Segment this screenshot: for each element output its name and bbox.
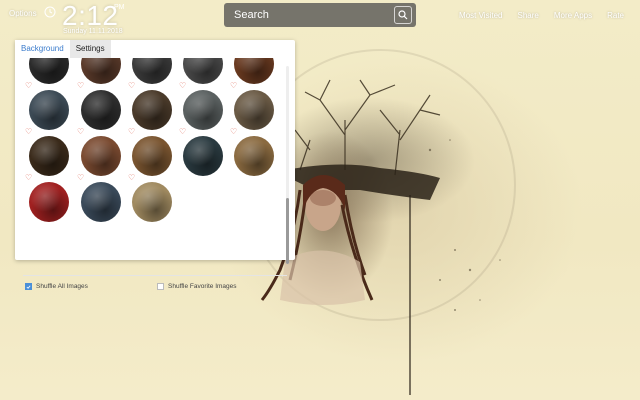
thumbnail-image[interactable] [234, 58, 274, 84]
thumbnail-image[interactable] [29, 90, 69, 130]
thumbnail-item[interactable]: ♡ [128, 128, 172, 178]
thumbnail-image[interactable] [234, 90, 274, 130]
thumbnail-image[interactable] [183, 136, 223, 176]
thumbnail-image[interactable] [132, 58, 172, 84]
scrollbar-thumb[interactable] [286, 198, 289, 264]
search-bar [224, 3, 416, 27]
background-panel: Background Settings ♡ ♡ ♡ ♡ ♡ ♡ ♡ ♡ ♡ ♡ ♡ ♡ ♡ Shuffl… [15, 40, 295, 290]
thumbnail-grid: ♡ ♡ ♡ ♡ ♡ ♡ ♡ ♡ ♡ ♡ ♡ ♡ ♡ [15, 58, 287, 248]
thumbnail-item[interactable]: ♡ [25, 174, 69, 224]
favorite-heart-icon[interactable]: ♡ [128, 82, 136, 90]
thumbnail-item[interactable]: ♡ [230, 82, 274, 132]
favorite-heart-icon[interactable]: ♡ [77, 82, 85, 90]
favorite-heart-icon[interactable]: ♡ [128, 174, 136, 182]
thumbnail-image[interactable] [234, 136, 274, 176]
options-link[interactable]: Options [9, 9, 37, 18]
favorite-heart-icon[interactable]: ♡ [77, 174, 85, 182]
thumbnail-image[interactable] [81, 58, 121, 84]
nav-share[interactable]: Share [517, 11, 538, 20]
search-button[interactable] [394, 6, 412, 24]
panel-tabs: Background Settings [15, 40, 295, 58]
thumbnail-image[interactable] [81, 136, 121, 176]
nav-rate[interactable]: Rate [607, 11, 624, 20]
favorite-heart-icon[interactable]: ♡ [25, 82, 33, 90]
panel-scrollbar[interactable] [286, 66, 289, 264]
thumbnail-item[interactable]: ♡ [25, 82, 69, 132]
tab-settings[interactable]: Settings [69, 40, 111, 58]
thumbnail-image[interactable] [183, 90, 223, 130]
thumbnail-item[interactable]: ♡ [179, 82, 223, 132]
thumbnail-image[interactable] [29, 58, 69, 84]
favorite-heart-icon[interactable]: ♡ [230, 82, 238, 90]
favorite-heart-icon[interactable]: ♡ [179, 82, 187, 90]
shuffle-favorite-option[interactable]: Shuffle Favorite Images [157, 283, 237, 290]
nav-most-visited[interactable]: Most Visited [459, 11, 502, 20]
check-icon [26, 284, 31, 289]
thumbnail-image[interactable] [81, 90, 121, 130]
thumbnail-item[interactable]: ♡ [25, 128, 69, 178]
favorite-heart-icon[interactable]: ♡ [25, 174, 33, 182]
shuffle-all-checkbox[interactable] [25, 283, 32, 290]
shuffle-favorite-checkbox[interactable] [157, 283, 164, 290]
thumbnail-image[interactable] [132, 90, 172, 130]
thumbnail-image[interactable] [29, 182, 69, 222]
shuffle-all-label: Shuffle All Images [36, 283, 88, 290]
clock-date: Sunday 11.11.2018 [63, 28, 123, 35]
tab-background[interactable]: Background [15, 40, 70, 58]
thumbnail-image[interactable] [81, 182, 121, 222]
thumbnail-item[interactable]: ♡ [179, 128, 223, 178]
thumbnail-item[interactable]: ♡ [230, 128, 274, 178]
shuffle-all-option[interactable]: Shuffle All Images [25, 283, 88, 290]
clock-ampm: PM [114, 4, 125, 11]
thumbnail-item[interactable]: ♡ [77, 174, 121, 224]
thumbnail-image[interactable] [183, 58, 223, 84]
thumbnail-item[interactable]: ♡ [77, 128, 121, 178]
clock-icon[interactable] [44, 6, 56, 18]
favorite-heart-icon[interactable]: ♡ [179, 128, 187, 136]
favorite-heart-icon[interactable]: ♡ [25, 128, 33, 136]
search-input[interactable] [224, 3, 394, 27]
favorite-heart-icon[interactable]: ♡ [128, 128, 136, 136]
thumbnail-item[interactable]: ♡ [77, 82, 121, 132]
panel-divider [23, 275, 287, 276]
search-icon [398, 10, 408, 20]
thumbnail-image[interactable] [29, 136, 69, 176]
favorite-heart-icon[interactable]: ♡ [77, 128, 85, 136]
shuffle-favorite-label: Shuffle Favorite Images [168, 283, 237, 290]
nav-more-apps[interactable]: More Apps [554, 11, 592, 20]
top-nav: Most Visited Share More Apps Rate [459, 11, 624, 20]
thumbnail-image[interactable] [132, 136, 172, 176]
thumbnail-image[interactable] [132, 182, 172, 222]
thumbnail-item[interactable]: ♡ [128, 82, 172, 132]
favorite-heart-icon[interactable]: ♡ [230, 128, 238, 136]
thumbnail-item[interactable]: ♡ [128, 174, 172, 224]
